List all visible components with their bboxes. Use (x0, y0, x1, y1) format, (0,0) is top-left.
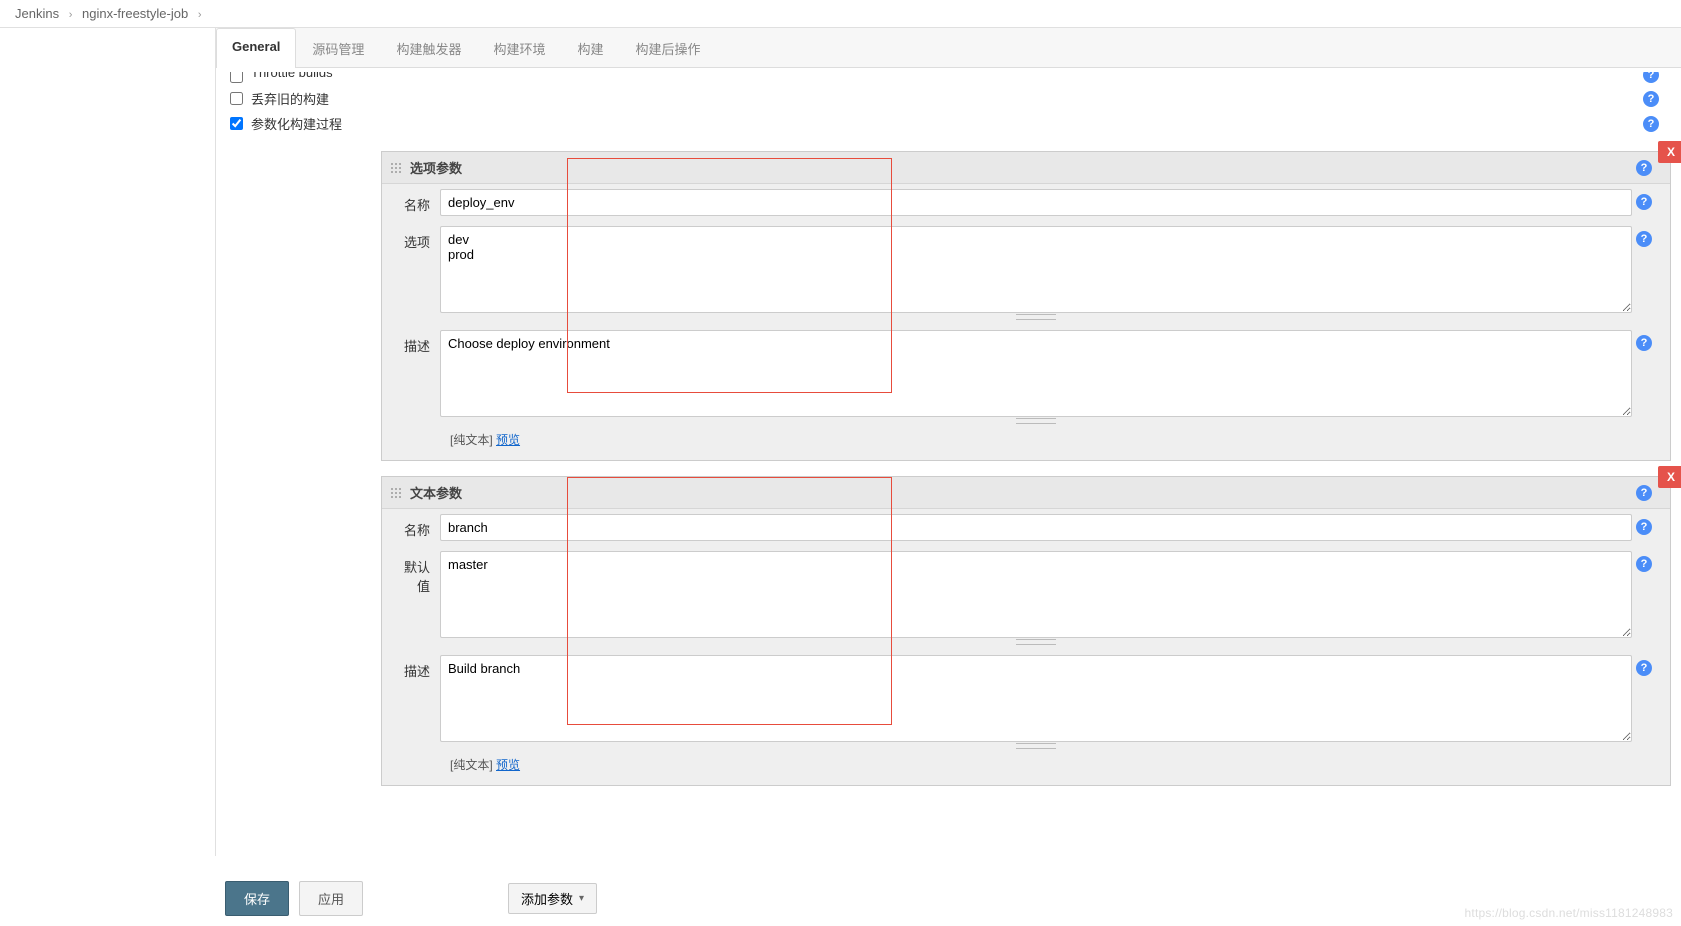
resize-grip[interactable] (1016, 418, 1056, 424)
drag-handle-icon[interactable] (390, 162, 402, 174)
help-icon[interactable]: ? (1636, 556, 1652, 572)
param-description-textarea[interactable] (440, 655, 1632, 742)
param-name-input[interactable] (440, 189, 1632, 216)
name-label: 名称 (392, 514, 440, 541)
choices-label: 选项 (392, 226, 440, 320)
tab-general[interactable]: General (216, 28, 296, 68)
help-icon[interactable]: ? (1636, 194, 1652, 210)
tab-scm[interactable]: 源码管理 (296, 28, 380, 68)
default-label: 默认值 (392, 551, 440, 645)
param-name-input[interactable] (440, 514, 1632, 541)
add-parameter-dropdown[interactable]: 添加参数 (508, 883, 597, 914)
save-button[interactable]: 保存 (225, 881, 289, 916)
parametrize-label: 参数化构建过程 (251, 114, 342, 133)
tab-build[interactable]: 构建 (561, 28, 619, 68)
help-icon[interactable]: ? (1643, 72, 1659, 83)
delete-param-button[interactable]: X (1658, 466, 1681, 488)
chevron-right-icon: › (198, 9, 202, 21)
description-label: 描述 (392, 655, 440, 749)
resize-grip[interactable] (1016, 743, 1056, 749)
chevron-right-icon: › (69, 9, 73, 21)
option-parametrize-row: 参数化构建过程 ? (226, 111, 1671, 136)
delete-param-button[interactable]: X (1658, 141, 1681, 163)
apply-button[interactable]: 应用 (299, 881, 363, 916)
description-format-row: [纯文本] 预览 (440, 754, 1670, 779)
discard-label: 丢弃旧的构建 (251, 89, 329, 108)
param-default-textarea[interactable] (440, 551, 1632, 638)
description-format-row: [纯文本] 预览 (440, 429, 1670, 454)
param-type-title: 选项参数 (410, 158, 462, 177)
parametrize-checkbox[interactable] (230, 117, 243, 130)
breadcrumb-job[interactable]: nginx-freestyle-job (82, 6, 188, 21)
preview-link[interactable]: 预览 (496, 758, 520, 772)
resize-grip[interactable] (1016, 639, 1056, 645)
help-icon[interactable]: ? (1636, 335, 1652, 351)
help-icon[interactable]: ? (1643, 91, 1659, 107)
help-icon[interactable]: ? (1636, 160, 1652, 176)
resize-grip[interactable] (1016, 314, 1056, 320)
footer-actions: 保存 应用 添加参数 (215, 871, 1681, 926)
text-parameter-block: X 文本参数 ? 名称 ? 默认值 ? (381, 476, 1671, 786)
breadcrumb: Jenkins › nginx-freestyle-job › (0, 0, 1681, 28)
preview-link[interactable]: 预览 (496, 433, 520, 447)
breadcrumb-root[interactable]: Jenkins (15, 6, 59, 21)
param-description-textarea[interactable] (440, 330, 1632, 417)
throttle-label: Throttle builds (251, 72, 333, 80)
watermark-text: https://blog.csdn.net/miss1181248983 (1465, 906, 1673, 920)
left-sidebar (0, 28, 215, 856)
tab-env[interactable]: 构建环境 (477, 28, 561, 68)
option-discard-row: 丢弃旧的构建 ? (226, 86, 1671, 111)
name-label: 名称 (392, 189, 440, 216)
config-tabs: General 源码管理 构建触发器 构建环境 构建 构建后操作 (216, 28, 1681, 68)
tab-triggers[interactable]: 构建触发器 (380, 28, 477, 68)
help-icon[interactable]: ? (1636, 231, 1652, 247)
description-label: 描述 (392, 330, 440, 424)
choice-parameter-block: X 选项参数 ? 名称 ? 选项 ? (381, 151, 1671, 461)
plaintext-label: [纯文本] (450, 433, 493, 447)
discard-checkbox[interactable] (230, 92, 243, 105)
option-throttle-row: Throttle builds ? (226, 72, 1671, 86)
help-icon[interactable]: ? (1636, 485, 1652, 501)
throttle-checkbox[interactable] (230, 72, 243, 83)
param-type-title: 文本参数 (410, 483, 462, 502)
help-icon[interactable]: ? (1636, 660, 1652, 676)
drag-handle-icon[interactable] (390, 487, 402, 499)
help-icon[interactable]: ? (1636, 519, 1652, 535)
plaintext-label: [纯文本] (450, 758, 493, 772)
param-choices-textarea[interactable] (440, 226, 1632, 313)
tab-postbuild[interactable]: 构建后操作 (619, 28, 716, 68)
help-icon[interactable]: ? (1643, 116, 1659, 132)
